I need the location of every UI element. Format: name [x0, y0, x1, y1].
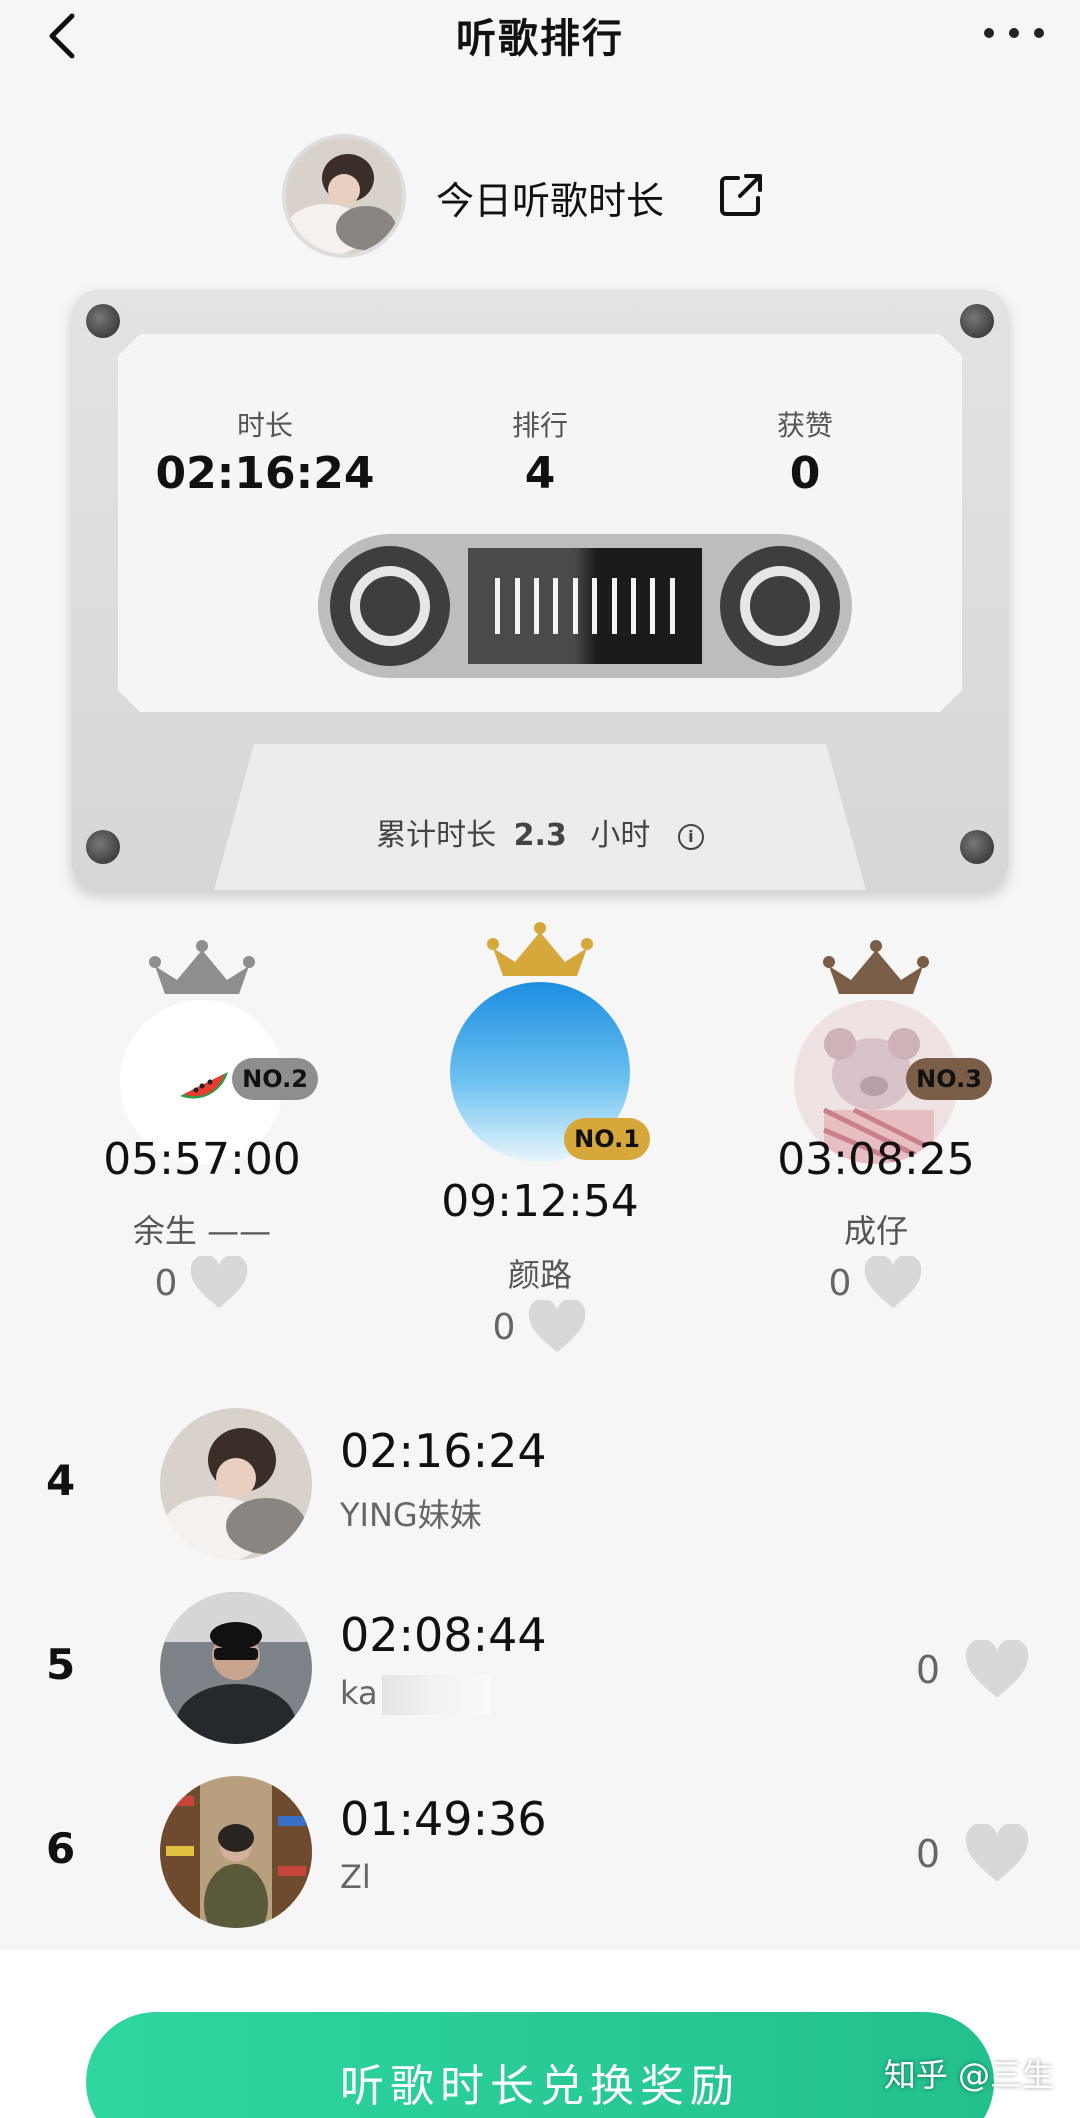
- redeem-reward-button[interactable]: 听歌时长兑换奖励: [86, 2012, 994, 2118]
- podium-time: 05:57:00: [103, 1134, 301, 1185]
- row-time: 02:16:24: [340, 1424, 547, 1478]
- row-name: ka: [340, 1674, 490, 1715]
- row-name: YING妹妹: [340, 1496, 482, 1534]
- list-item[interactable]: 5 02:08:44 ka 0: [0, 1588, 1080, 1748]
- screw-icon: [960, 304, 994, 338]
- redacted-text: [381, 1675, 490, 1715]
- podium-time: 09:12:54: [441, 1176, 639, 1227]
- tape-window: [318, 534, 852, 678]
- info-icon[interactable]: i: [677, 823, 704, 850]
- heart-icon[interactable]: [964, 1640, 1030, 1700]
- avatar[interactable]: [282, 134, 406, 258]
- row-rank: 6: [46, 1824, 76, 1873]
- share-external-icon[interactable]: [716, 170, 766, 220]
- row-time: 02:08:44: [340, 1608, 547, 1662]
- like-group: 0: [916, 1824, 1030, 1884]
- today-duration-label: 今日听歌时长: [436, 179, 665, 223]
- heart-icon[interactable]: [527, 1300, 587, 1354]
- more-button[interactable]: [984, 18, 1044, 48]
- screw-icon: [86, 304, 120, 338]
- crown-icon: [487, 922, 593, 976]
- cassette-label: 时长 02:16:24 排行 4 获赞 0: [118, 334, 962, 712]
- reel-left: [330, 546, 450, 666]
- list-item[interactable]: 4 02:16:24 YING妹妹: [0, 1404, 1080, 1564]
- like-group: 0: [746, 1256, 1006, 1310]
- heart-icon[interactable]: [863, 1256, 923, 1310]
- avatar: [160, 1776, 312, 1928]
- crown-icon: [823, 940, 929, 994]
- like-group: 0: [72, 1256, 332, 1310]
- total-duration: 累计时长 2.3 小时 i: [72, 810, 1008, 854]
- heart-icon[interactable]: [964, 1824, 1030, 1884]
- rank-tag: NO.3: [906, 1058, 992, 1100]
- avatar: [160, 1408, 312, 1560]
- stat-duration: 时长 02:16:24: [155, 409, 375, 499]
- avatar: [160, 1592, 312, 1744]
- crown-icon: [149, 940, 255, 994]
- cassette-card: 时长 02:16:24 排行 4 获赞 0 累计时长 2.3 小时 i: [72, 290, 1008, 890]
- tape-strip: [468, 548, 702, 664]
- reel-right: [720, 546, 840, 666]
- more-dots-icon: [984, 28, 994, 38]
- podium-name: 成仔: [843, 1212, 908, 1250]
- row-time: 01:49:36: [340, 1792, 547, 1846]
- podium-name: 颜路: [507, 1256, 572, 1294]
- podium-time: 03:08:25: [777, 1134, 975, 1185]
- top-bar: 听歌排行: [0, 0, 1080, 70]
- rank-tag: NO.1: [564, 1118, 650, 1160]
- list-item[interactable]: 6 01:49:36 Zl 0: [0, 1772, 1080, 1932]
- stat-rank: 排行 4: [511, 409, 568, 499]
- row-name: Zl: [340, 1858, 371, 1896]
- like-group: 0: [410, 1300, 670, 1354]
- heart-icon[interactable]: [189, 1256, 249, 1310]
- watermark: 知乎 @三生: [883, 2056, 1054, 2094]
- row-rank: 5: [46, 1640, 76, 1689]
- row-rank: 4: [46, 1456, 76, 1505]
- like-group: 0: [916, 1640, 1030, 1700]
- rank-tag: NO.2: [232, 1058, 318, 1100]
- podium-name: 余生 ——: [132, 1212, 272, 1250]
- page-title: 听歌排行: [456, 16, 624, 62]
- stat-likes: 获赞 0: [776, 409, 833, 499]
